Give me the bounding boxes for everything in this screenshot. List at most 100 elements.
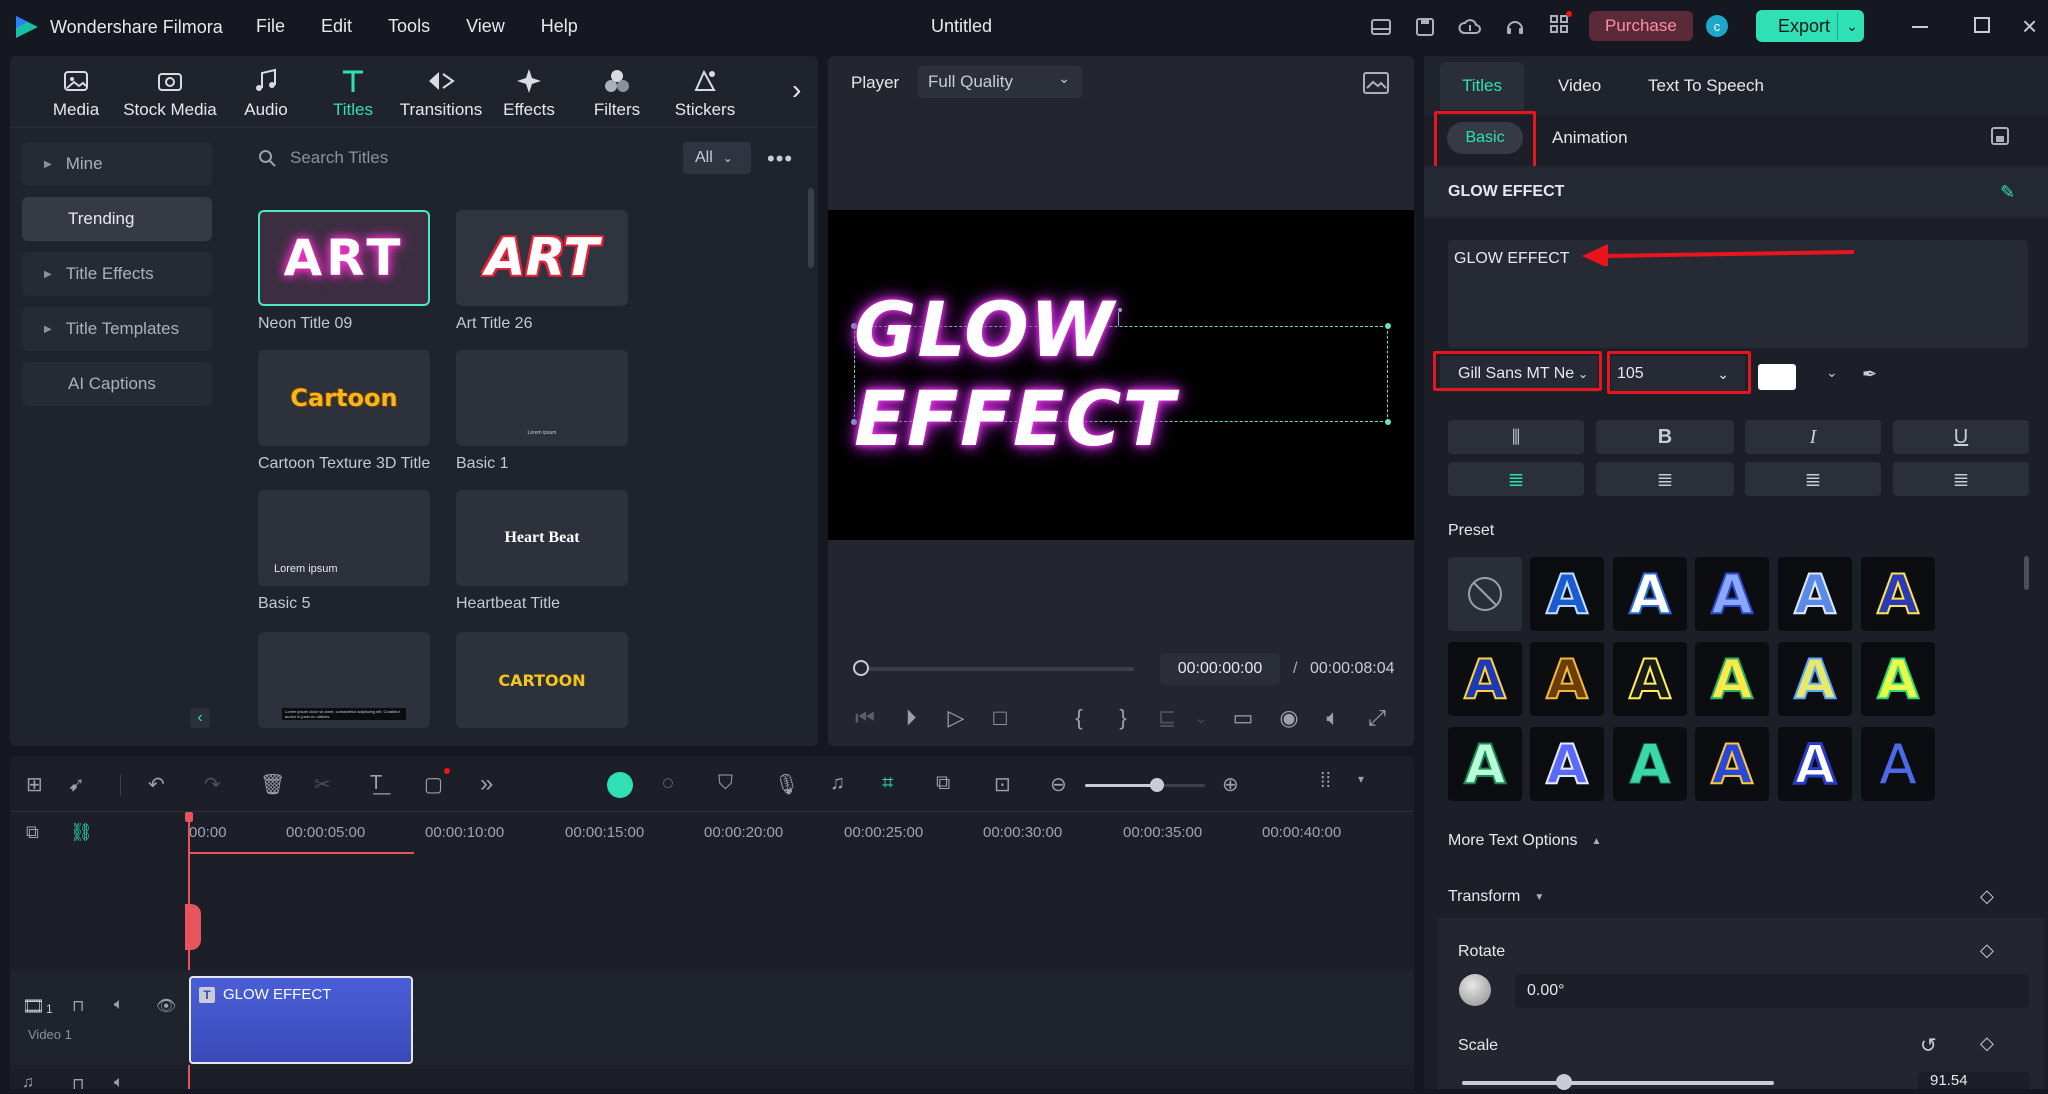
playhead-handle[interactable] (185, 904, 201, 950)
text-spacing-button[interactable]: ⫼ (1448, 420, 1584, 454)
text-tool-icon[interactable]: T͟ (370, 772, 382, 795)
link-icon[interactable]: ⛓︎ (70, 822, 93, 843)
mark-in-icon[interactable]: { (1064, 703, 1094, 733)
tab-transitions[interactable]: Transitions (391, 66, 491, 126)
tabs-scroll-right-icon[interactable]: › (792, 74, 801, 106)
purchase-button[interactable]: Purchase (1589, 11, 1693, 41)
align-right-button[interactable]: ≣ (1745, 462, 1881, 496)
step-play-icon[interactable]: ⏵ (896, 703, 926, 733)
tab-audio[interactable]: Audio (216, 66, 316, 126)
marker-shield-icon[interactable]: ⛉ (718, 772, 733, 795)
lock-icon[interactable]: ⊓ (72, 1074, 84, 1094)
category-trending[interactable]: Trending (22, 197, 212, 241)
track-volume-icon[interactable]: 🔈︎ (114, 1074, 124, 1092)
title-thumb-basic1[interactable]: Lorem ipsum (456, 350, 628, 446)
lock-icon[interactable]: ⊓ (72, 996, 84, 1016)
canvas-title-text[interactable]: GLOW EFFECT (854, 285, 1388, 463)
search-box[interactable]: Search Titles (258, 148, 388, 168)
render-icon[interactable]: ◌ (662, 772, 674, 795)
category-title-effects[interactable]: ▶ Title Effects (22, 252, 212, 296)
tab-video[interactable]: Video (1558, 76, 1601, 96)
title-thumb-cartoon[interactable]: Cartoon (258, 350, 430, 446)
user-avatar[interactable]: c (1706, 15, 1728, 37)
apps-grid-icon[interactable] (1548, 11, 1572, 40)
zoom-in-icon[interactable]: ⊕ (1222, 772, 1239, 797)
tab-media[interactable]: Media (26, 66, 126, 126)
transform-toggle[interactable]: Transform ▼ (1448, 888, 1544, 906)
preset-item[interactable]: A (1861, 727, 1935, 801)
keyframe-diamond-icon[interactable]: ◇ (1980, 940, 1994, 961)
italic-button[interactable]: I (1745, 420, 1881, 454)
underline-button[interactable]: U (1893, 420, 2029, 454)
select-arrow-icon[interactable]: ➹ (68, 772, 85, 797)
display-monitor-icon[interactable]: ▭ (1228, 703, 1258, 733)
title-clip[interactable]: T GLOW EFFECT (189, 976, 413, 1064)
more-options-icon[interactable]: ••• (767, 146, 793, 172)
tab-filters[interactable]: Filters (567, 66, 667, 126)
microphone-icon[interactable]: 🎙︎ (774, 772, 799, 797)
align-left-button[interactable]: ≣ (1448, 462, 1584, 496)
preset-item[interactable]: A (1695, 727, 1769, 801)
preset-item[interactable]: A (1448, 727, 1522, 801)
preset-item[interactable]: A (1530, 727, 1604, 801)
tab-titles-props[interactable]: Titles (1440, 62, 1524, 110)
filter-dropdown[interactable]: All ⌄ (683, 142, 751, 174)
menu-help[interactable]: Help (541, 16, 578, 37)
play-icon[interactable]: ▷ (941, 703, 971, 733)
category-title-templates[interactable]: ▶ Title Templates (22, 307, 212, 351)
restore-icon[interactable] (1974, 17, 1990, 33)
chevron-down-icon[interactable]: ⌄ (1186, 703, 1216, 733)
scale-slider-track[interactable] (1462, 1081, 1774, 1085)
titles-scrollbar[interactable] (808, 188, 814, 268)
scale-slider-knob[interactable] (1556, 1074, 1572, 1090)
preview-screen-icon[interactable]: ⧉ (936, 772, 950, 795)
justify-button[interactable]: ≣ (1893, 462, 2029, 496)
category-ai-captions[interactable]: AI Captions (22, 362, 212, 406)
title-thumb-art[interactable]: ART (456, 210, 628, 306)
more-tools-icon[interactable]: » (480, 770, 493, 798)
preset-item[interactable]: A (1861, 557, 1935, 631)
track-layout-icon[interactable]: ⁞⁞ (1320, 770, 1331, 793)
preset-item[interactable]: A (1778, 727, 1852, 801)
playhead-knob[interactable] (853, 660, 869, 676)
tab-stock-media[interactable]: Stock Media (120, 66, 220, 126)
mark-out-icon[interactable]: } (1108, 703, 1138, 733)
playback-progress[interactable] (858, 667, 1134, 671)
cloud-upload-icon[interactable] (1458, 16, 1482, 38)
keyframe-diamond-icon[interactable]: ◇ (1980, 1033, 1994, 1054)
quality-dropdown[interactable]: Full Quality ⌄ (918, 66, 1082, 98)
chevron-down-icon[interactable]: ⌄ (1826, 364, 1838, 381)
layout-icon[interactable] (1370, 16, 1392, 38)
title-thumb-lorem[interactable]: Lorem ipsum dolor sit amet, consectetur … (258, 632, 430, 728)
more-text-options-toggle[interactable]: More Text Options ▲ (1448, 832, 1601, 850)
chevron-down-icon[interactable]: ▾ (1358, 772, 1364, 786)
snap-magnet-icon[interactable]: ⌗ (882, 772, 893, 795)
redo-icon[interactable]: ↷ (204, 772, 221, 797)
text-color-swatch[interactable] (1758, 364, 1796, 390)
preset-item[interactable]: A (1861, 642, 1935, 716)
camera-snapshot-icon[interactable]: ◉ (1274, 703, 1304, 733)
ai-edit-icon[interactable]: ✎ (2000, 182, 2015, 203)
close-icon[interactable]: × (2022, 11, 2037, 42)
export-button[interactable]: Export ⌄ (1756, 10, 1864, 42)
playhead-top[interactable] (185, 812, 193, 822)
search-input[interactable]: Search Titles (290, 148, 388, 168)
preset-item[interactable]: A (1778, 557, 1852, 631)
save-preset-icon[interactable] (1990, 126, 2010, 146)
keyframe-diamond-icon[interactable]: ◇ (1980, 886, 1994, 907)
scale-input[interactable]: 91.54 (1918, 1072, 2030, 1089)
video-canvas[interactable]: GLOW EFFECT (828, 210, 1414, 540)
preset-item[interactable]: A (1613, 642, 1687, 716)
reset-icon[interactable]: ↺ (1920, 1033, 1937, 1058)
ai-face-icon[interactable] (607, 772, 633, 798)
preset-item[interactable]: A (1695, 642, 1769, 716)
align-center-button[interactable]: ≣ (1596, 462, 1734, 496)
zoom-out-icon[interactable]: ⊖ (1050, 772, 1067, 797)
layout-grid-icon[interactable]: ⊞ (26, 772, 43, 797)
crop-icon[interactable]: ▢ (424, 772, 443, 797)
track-volume-icon[interactable]: 🔈︎ (114, 996, 124, 1014)
snapshot-image-icon[interactable] (1363, 72, 1389, 94)
eyedropper-icon[interactable]: ✒ (1862, 364, 1877, 385)
preset-scrollbar[interactable] (2024, 556, 2029, 590)
rotate-dial[interactable] (1459, 974, 1491, 1006)
